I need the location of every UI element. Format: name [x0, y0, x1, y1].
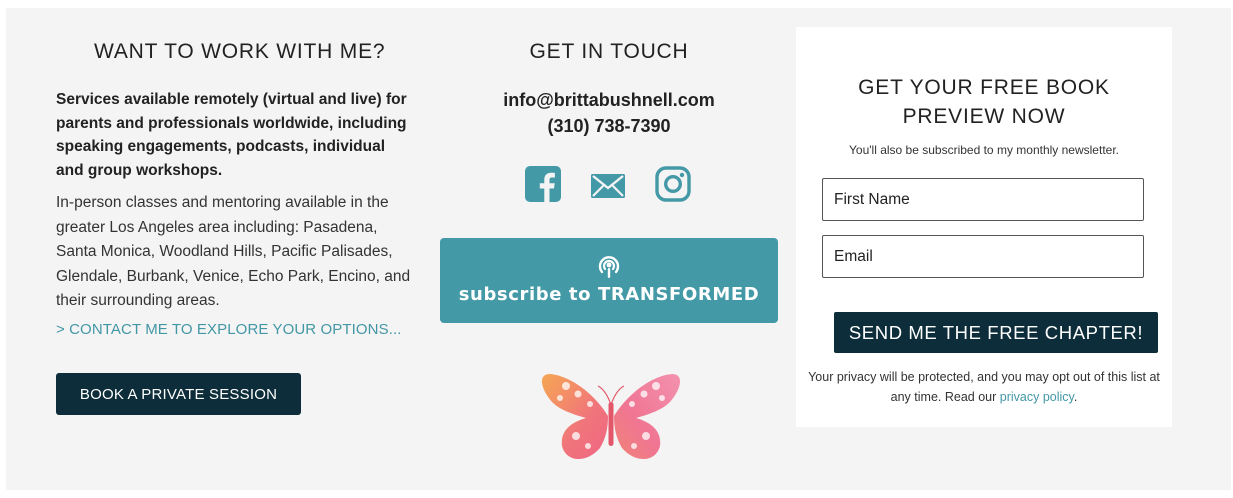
privacy-note: Your privacy will be protected, and you …: [808, 367, 1160, 407]
send-free-chapter-button[interactable]: SEND ME THE FREE CHAPTER!: [834, 312, 1158, 353]
work-with-me-title: WANT TO WORK WITH ME?: [94, 40, 386, 63]
podcast-icon: [598, 256, 620, 278]
instagram-icon[interactable]: [655, 166, 691, 202]
services-text: Services available remotely (virtual and…: [56, 91, 407, 179]
privacy-end: .: [1073, 390, 1078, 404]
privacy-policy-link[interactable]: privacy policy: [1000, 390, 1074, 404]
butterfly-logo-icon: [541, 374, 681, 460]
facebook-icon[interactable]: [525, 166, 561, 202]
privacy-text: Your privacy will be protected, and you …: [808, 370, 1160, 404]
form-title: GET YOUR FREE BOOK PREVIEW NOW: [796, 73, 1172, 131]
form-title-line-2: PREVIEW NOW: [902, 105, 1066, 128]
contact-me-link[interactable]: > CONTACT ME TO EXPLORE YOUR OPTIONS...: [56, 321, 402, 338]
book-preview-form-card: GET YOUR FREE BOOK PREVIEW NOW You'll al…: [796, 27, 1172, 427]
site-footer: WANT TO WORK WITH ME? Services available…: [6, 8, 1231, 490]
first-name-input[interactable]: [822, 178, 1144, 221]
mail-icon[interactable]: [591, 174, 625, 198]
form-title-line-1: GET YOUR FREE BOOK: [858, 76, 1110, 99]
in-person-text: In-person classes and mentoring availabl…: [56, 194, 411, 309]
contact-email[interactable]: info@brittabushnell.com: [440, 90, 778, 111]
form-subtitle: You'll also be subscribed to my monthly …: [849, 143, 1119, 157]
email-input[interactable]: [822, 235, 1144, 278]
subscribe-podcast-button[interactable]: subscribe to TRANSFORMED: [440, 238, 778, 323]
get-in-touch-title: GET IN TOUCH: [529, 40, 689, 63]
contact-phone[interactable]: (310) 738-7390: [440, 116, 778, 137]
book-private-session-button[interactable]: BOOK A PRIVATE SESSION: [56, 373, 301, 415]
podcast-button-label: subscribe to TRANSFORMED: [458, 284, 760, 305]
